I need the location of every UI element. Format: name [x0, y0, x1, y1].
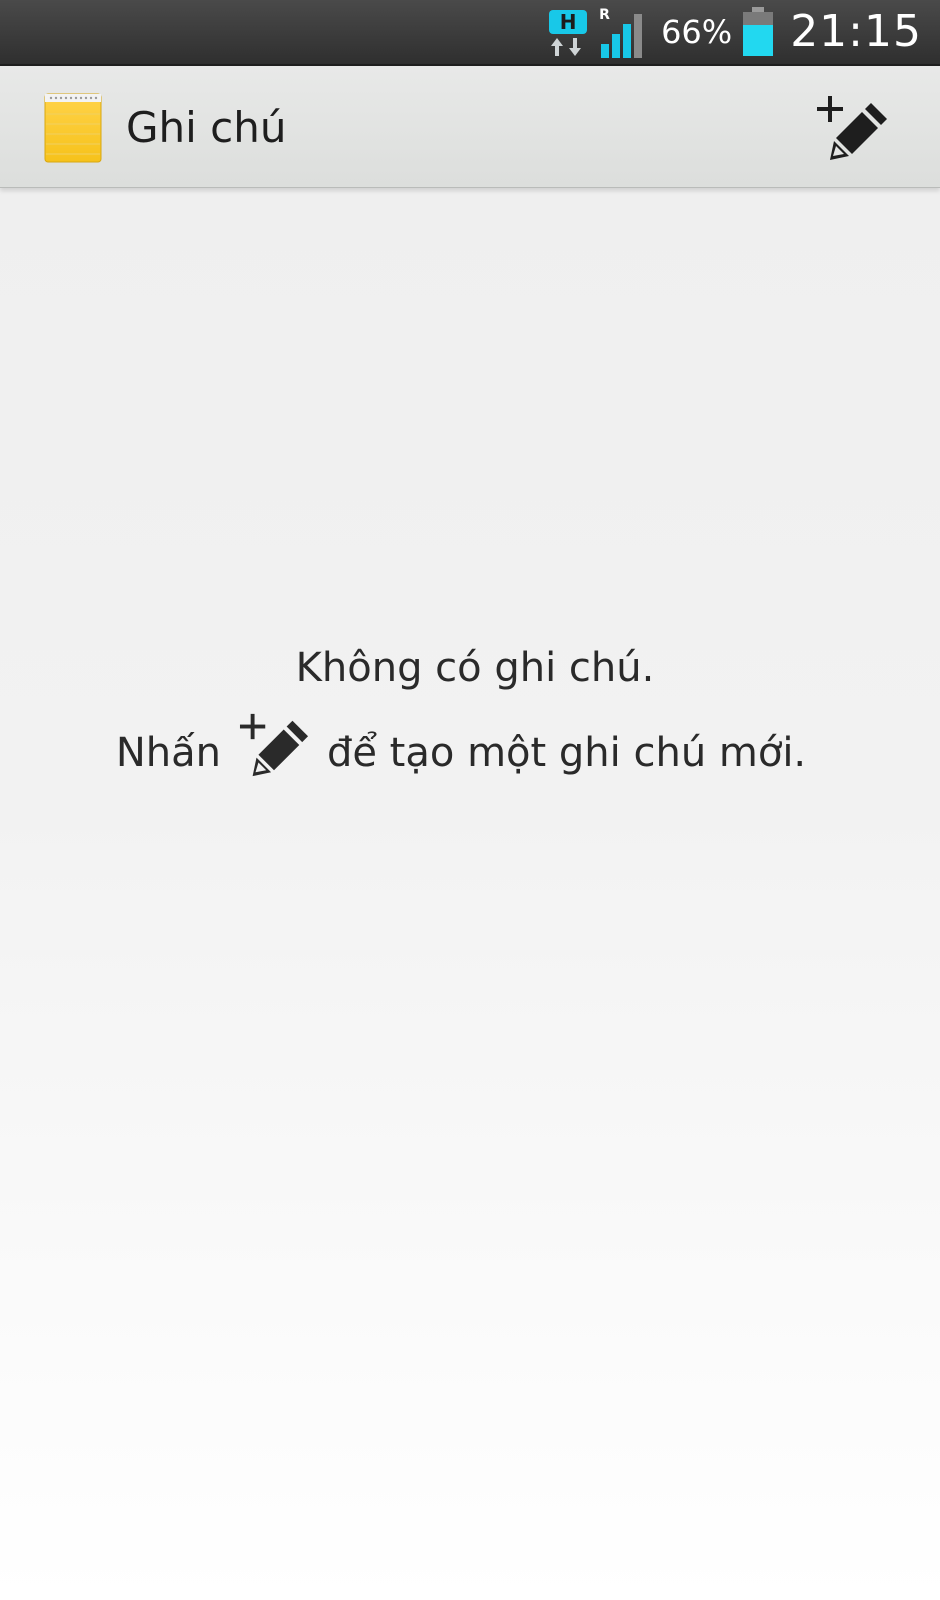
network-type-label: H — [549, 10, 588, 34]
clock: 21:15 — [790, 6, 922, 57]
battery-percent: 66% — [661, 13, 733, 51]
empty-hint: Nhấn để tạo một ghi chú mới. — [0, 712, 940, 794]
status-bar: H R 66% 21:15 — [0, 0, 940, 64]
new-note-icon — [239, 713, 308, 777]
page-title: Ghi chú — [126, 103, 287, 152]
empty-state: Không có ghi chú. Nhấn để tạo một ghi ch… — [0, 636, 940, 794]
notepad-icon[interactable] — [44, 92, 102, 164]
action-bar: Ghi chú — [0, 64, 940, 188]
status-icons: H R 66% 21:15 — [549, 0, 922, 64]
empty-message: Không có ghi chú. — [295, 645, 655, 691]
data-activity-icon — [551, 38, 582, 56]
battery-icon — [743, 7, 774, 56]
new-note-button[interactable] — [816, 94, 888, 162]
network-type-indicator: H — [549, 4, 589, 60]
hint-suffix: để tạo một ghi chú mới. — [326, 730, 807, 776]
hint-prefix: Nhấn — [115, 730, 221, 776]
signal-indicator: R — [599, 4, 651, 60]
new-note-icon — [817, 96, 887, 160]
signal-icon — [601, 14, 643, 58]
